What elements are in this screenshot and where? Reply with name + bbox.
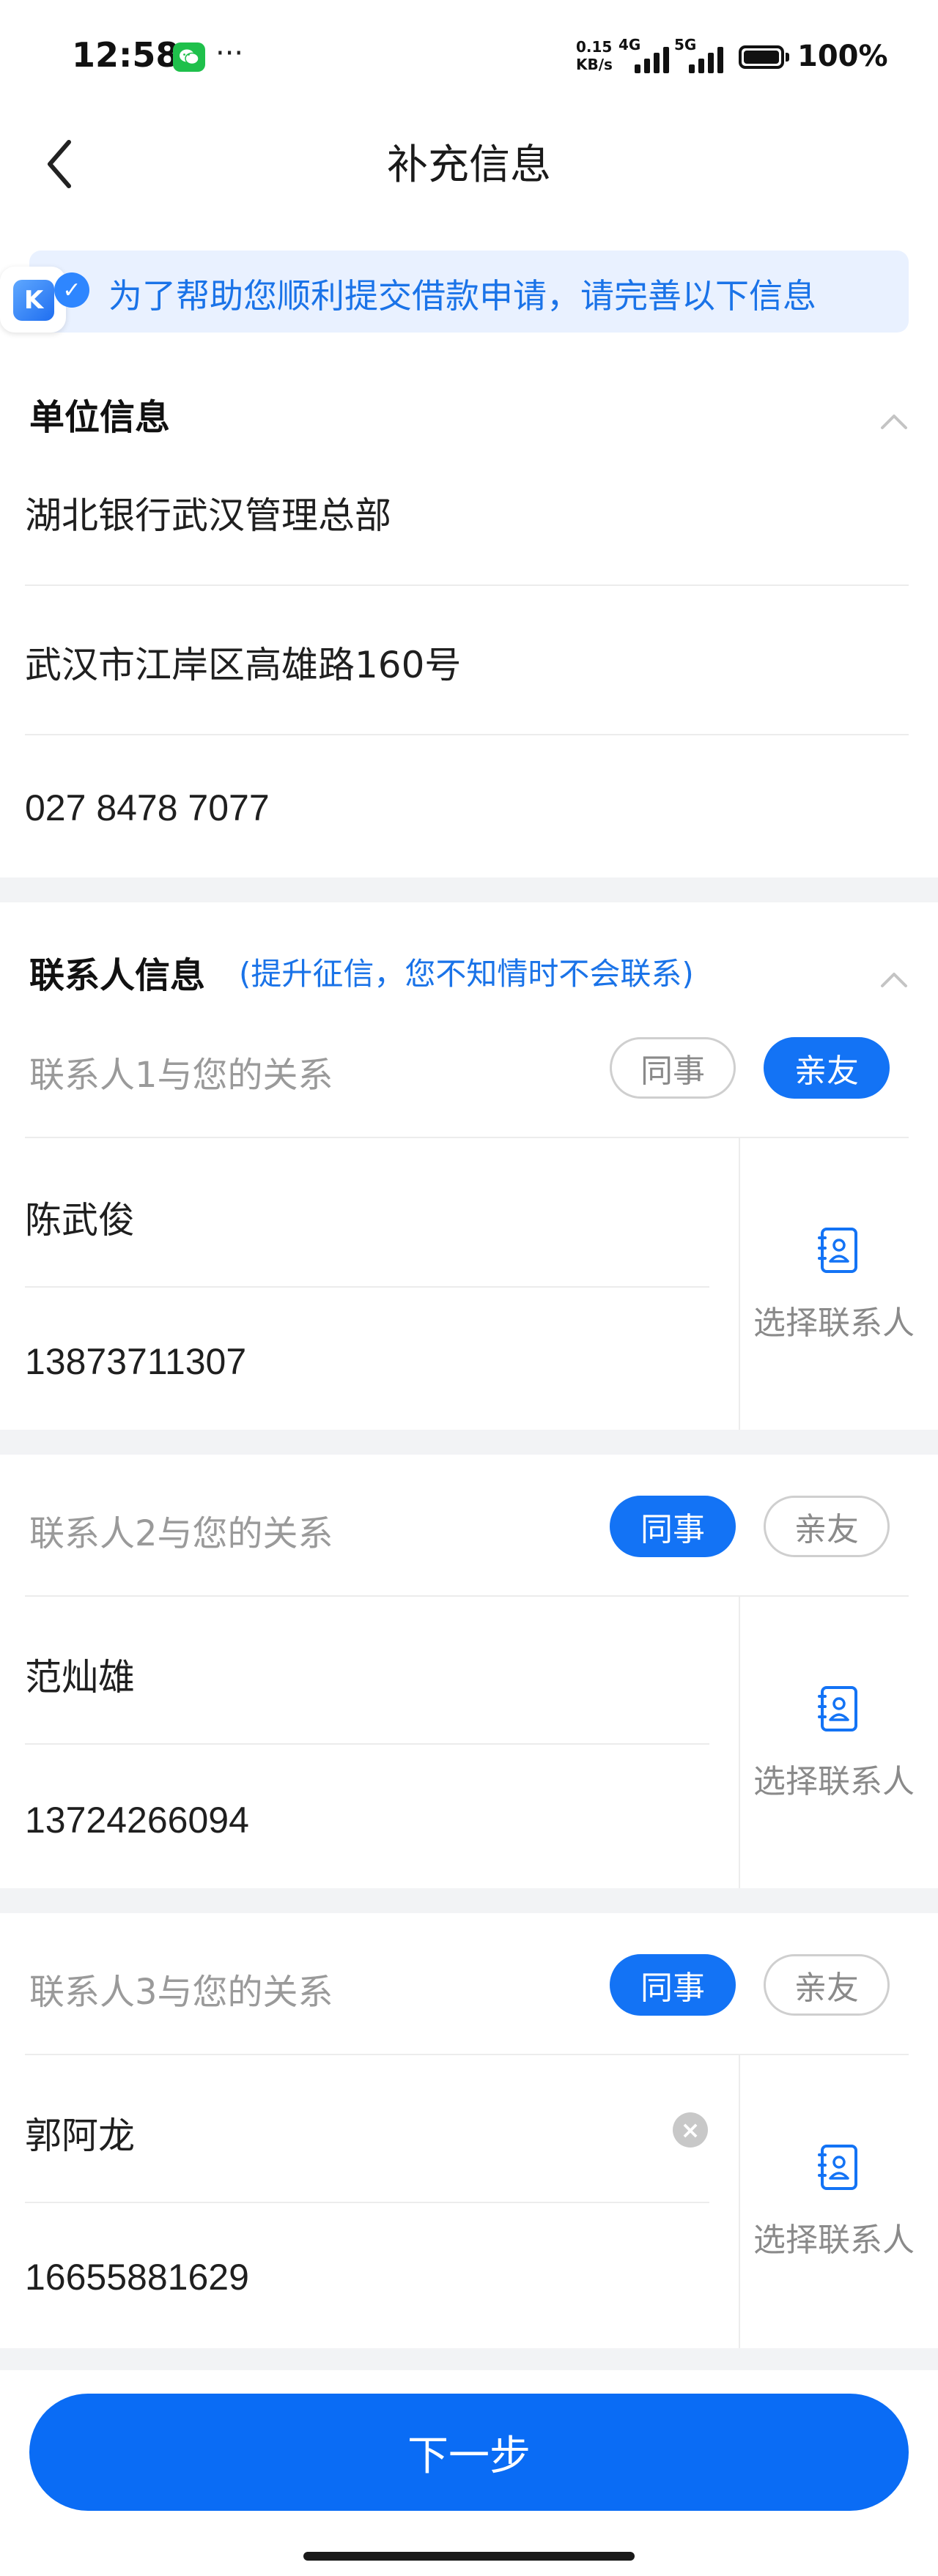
- contact-book-icon: [818, 1686, 857, 1731]
- signal-icon: [635, 47, 669, 73]
- company-section-title: 单位信息: [29, 397, 171, 438]
- contact3-chip-family[interactable]: 亲友: [764, 1954, 890, 2016]
- contact2-relation-label: 联系人2与您的关系: [29, 1513, 333, 1554]
- divider: [25, 1286, 709, 1288]
- contact1-pick-label: 选择联系人: [753, 1304, 915, 1342]
- divider: [25, 584, 909, 586]
- section-separator: [0, 877, 938, 902]
- contact1-name-field[interactable]: 陈武俊: [25, 1191, 135, 1244]
- status-more-dots: ···: [215, 37, 244, 70]
- contact3-name-field[interactable]: 郭阿龙: [25, 2107, 135, 2159]
- contact2-phone-field[interactable]: 13724266094: [25, 1799, 249, 1841]
- net-speed-value: 0.15: [576, 38, 613, 56]
- contact2-name-field[interactable]: 范灿雄: [25, 1648, 135, 1701]
- shield-check-icon: ✓: [54, 272, 89, 308]
- status-time: 12:58: [72, 35, 180, 75]
- contact1-phone-field[interactable]: 13873711307: [25, 1340, 246, 1383]
- banner-text: 为了帮助您顺利提交借款申请，请完善以下信息: [108, 276, 816, 316]
- divider: [25, 734, 909, 735]
- section-separator: [0, 1430, 938, 1455]
- contact2-pick-button[interactable]: 选择联系人: [739, 1597, 938, 1888]
- contacts-section-title: 联系人信息: [29, 955, 206, 996]
- k-logo[interactable]: K: [0, 267, 66, 333]
- contact-book-icon: [818, 2145, 857, 2190]
- contact1-chip-family[interactable]: 亲友: [764, 1037, 890, 1099]
- wechat-icon: [173, 42, 205, 72]
- chevron-up-icon[interactable]: [878, 968, 910, 990]
- k-logo-letter: K: [13, 280, 54, 321]
- battery-percent: 100%: [797, 40, 888, 73]
- contact3-relation-label: 联系人3与您的关系: [29, 1972, 333, 2013]
- contact1-relation-label: 联系人1与您的关系: [29, 1055, 333, 1096]
- company-name-field[interactable]: 湖北银行武汉管理总部: [25, 486, 391, 539]
- section-separator: [0, 1888, 938, 1913]
- battery-icon: [739, 45, 784, 69]
- contact2-pick-label: 选择联系人: [753, 1763, 915, 1800]
- contact3-chip-colleague[interactable]: 同事: [610, 1954, 736, 2016]
- contact1-pick-button[interactable]: 选择联系人: [739, 1138, 938, 1430]
- company-address-field[interactable]: 武汉市江岸区高雄路160号: [25, 636, 461, 688]
- company-phone-field[interactable]: 027 8478 7077: [25, 787, 270, 829]
- net-speed: 0.15 KB/s: [576, 38, 613, 73]
- contact1-chip-colleague[interactable]: 同事: [610, 1037, 736, 1099]
- section-separator: [0, 2348, 938, 2370]
- divider: [25, 1743, 709, 1745]
- home-indicator[interactable]: [303, 2552, 635, 2561]
- contact3-pick-button[interactable]: 选择联系人: [739, 2055, 938, 2348]
- net-speed-unit: KB/s: [576, 56, 613, 73]
- signal-icon-2: [689, 47, 723, 73]
- contact2-chip-colleague[interactable]: 同事: [610, 1496, 736, 1557]
- contact2-chip-family[interactable]: 亲友: [764, 1496, 890, 1557]
- page-title: 补充信息: [387, 141, 551, 189]
- contacts-section-subtitle: (提升征信，您不知情时不会联系): [239, 956, 694, 992]
- battery-cap: [786, 53, 789, 62]
- contact3-phone-field[interactable]: 16655881629: [25, 2256, 249, 2298]
- contact-book-icon: [818, 1228, 857, 1273]
- chevron-up-icon[interactable]: [878, 410, 910, 432]
- clear-icon[interactable]: ×: [673, 2112, 708, 2148]
- next-step-button[interactable]: 下一步: [29, 2394, 909, 2511]
- contact3-pick-label: 选择联系人: [753, 2221, 915, 2259]
- divider: [25, 2202, 709, 2203]
